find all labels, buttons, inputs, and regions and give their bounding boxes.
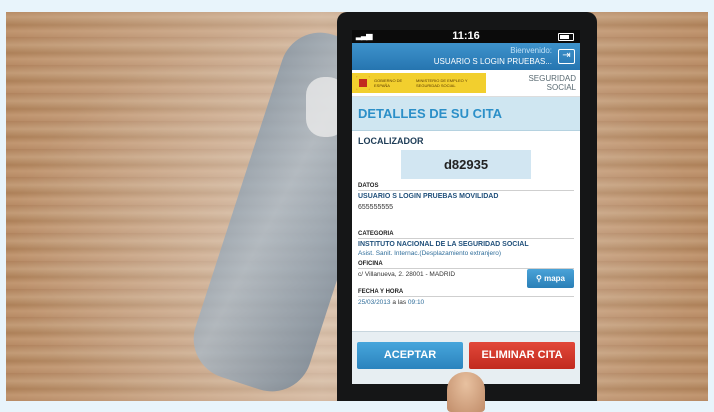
appointment-details: LOCALIZADOR d82935 DATOS USUARIO S LOGIN…	[352, 136, 580, 306]
categoria-label: CATEGORIA	[358, 231, 574, 239]
gov-text: GOBIERNO DE ESPAÑA	[374, 78, 403, 88]
battery-icon	[558, 33, 574, 41]
welcome-user: USUARIO S LOGIN PRUEBAS...	[433, 57, 552, 66]
ministry-text: MINISTERIO DE EMPLEO Y SEGURIDAD SOCIAL	[416, 78, 468, 88]
datos-phone: 655555555	[358, 204, 394, 211]
ss-line2: SOCIAL	[546, 83, 576, 92]
phone-device: ▂▃▅ 11:16 Bienvenido: USUARIO S LOGIN PR…	[337, 12, 597, 401]
fecha-label: FECHA Y HORA	[358, 289, 574, 297]
oficina-address: c/ Villanueva, 2. 28001 - MADRID	[358, 271, 456, 278]
datos-name: USUARIO S LOGIN PRUEBAS MOVILIDAD	[358, 193, 499, 200]
localizador-value: d82935	[401, 150, 531, 179]
status-time: 11:16	[452, 30, 480, 42]
oficina-label: OFICINA	[358, 261, 574, 269]
categoria-detail: Asist. Sanit. Internac.(Desplazamiento e…	[358, 250, 502, 257]
welcome-bar: Bienvenido: USUARIO S LOGIN PRUEBAS... ⇥	[352, 43, 580, 70]
categoria-name: INSTITUTO NACIONAL DE LA SEGURIDAD SOCIA…	[358, 241, 529, 248]
oficina-row: c/ Villanueva, 2. 28001 - MADRID ⚲ mapa	[358, 269, 574, 288]
page-title: DETALLES DE SU CITA	[352, 97, 580, 131]
coat-of-arms-icon	[356, 76, 370, 90]
finger	[447, 372, 485, 412]
localizador-label: LOCALIZADOR	[358, 136, 424, 146]
welcome-greeting: Bienvenido:	[510, 46, 552, 55]
accept-button[interactable]: ACEPTAR	[357, 342, 463, 369]
branding-bar: GOBIERNO DE ESPAÑA MINISTERIO DE EMPLEO …	[352, 70, 580, 97]
map-pin-icon: ⚲	[536, 274, 542, 283]
phone-screen: ▂▃▅ 11:16 Bienvenido: USUARIO S LOGIN PR…	[352, 30, 580, 384]
fecha-date: 25/03/2013	[358, 299, 391, 306]
fecha-connector: a las	[392, 299, 407, 306]
logout-icon[interactable]: ⇥	[558, 49, 575, 64]
status-bar: ▂▃▅ 11:16	[352, 30, 580, 43]
datos-label: DATOS	[358, 183, 574, 191]
delete-appointment-button[interactable]: ELIMINAR CITA	[469, 342, 575, 369]
map-button-label: mapa	[544, 274, 565, 283]
fecha-value: 25/03/2013 a las 09:10	[358, 299, 574, 306]
seguridad-social-logo: SEGURIDAD SOCIAL	[528, 74, 576, 92]
map-button[interactable]: ⚲ mapa	[527, 269, 574, 288]
ss-line1: SEGURIDAD	[528, 74, 576, 83]
fecha-time: 09:10	[407, 299, 425, 306]
government-logo: GOBIERNO DE ESPAÑA MINISTERIO DE EMPLEO …	[352, 73, 486, 93]
